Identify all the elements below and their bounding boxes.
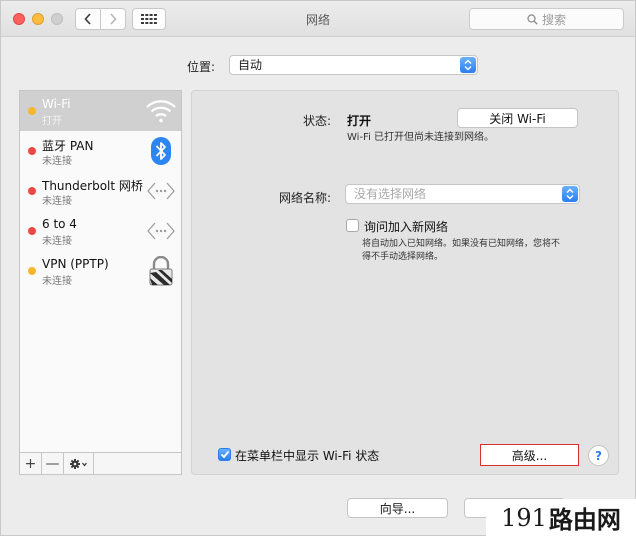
action-menu-button[interactable] bbox=[64, 453, 94, 474]
watermark-logo: 191 路由网 bbox=[486, 499, 636, 536]
ethernet-arrows-icon bbox=[145, 175, 177, 207]
ask-join-description-line1: 将自动加入已知网络。如果没有已知网络，您将不 bbox=[362, 239, 561, 249]
title-bar: 网络 搜索 bbox=[1, 1, 635, 37]
help-button[interactable]: ? bbox=[588, 445, 609, 466]
watermark-text: 路由网 bbox=[548, 506, 621, 534]
service-name: VPN (PPTP) bbox=[42, 257, 109, 271]
network-name-placeholder: 没有选择网络 bbox=[354, 187, 427, 201]
service-status: 打开 bbox=[42, 116, 62, 127]
gear-icon bbox=[69, 458, 87, 469]
select-stepper-icon bbox=[562, 186, 578, 202]
location-select[interactable]: 自动 bbox=[229, 55, 478, 75]
search-field[interactable]: 搜索 bbox=[469, 8, 624, 30]
service-list-controls: + — bbox=[19, 453, 182, 475]
status-description: Wi-Fi 已打开但尚未连接到网络。 bbox=[347, 132, 495, 143]
remove-service-button[interactable]: — bbox=[42, 453, 64, 474]
service-name: Wi-Fi bbox=[42, 97, 71, 111]
turn-off-wifi-button[interactable]: 关闭 Wi-Fi bbox=[457, 108, 578, 128]
bluetooth-icon bbox=[145, 135, 177, 167]
ask-join-checkbox[interactable] bbox=[346, 219, 359, 232]
show-in-menubar-label: 在菜单栏中显示 Wi-Fi 状态 bbox=[235, 449, 380, 463]
network-name-select[interactable]: 没有选择网络 bbox=[345, 184, 580, 204]
advanced-button[interactable]: 高级... bbox=[480, 444, 579, 466]
service-list: Wi-Fi 打开 蓝牙 PAN 未连接 Thunderbolt 网桥 未连接 6… bbox=[19, 90, 182, 453]
service-item-bluetooth-pan[interactable]: 蓝牙 PAN 未连接 bbox=[20, 131, 181, 171]
lock-icon bbox=[145, 255, 177, 287]
ask-join-description-line2: 得不手动选择网络。 bbox=[362, 252, 444, 262]
ethernet-arrows-icon bbox=[145, 215, 177, 247]
status-label: 状态: bbox=[302, 114, 331, 128]
network-name-label: 网络名称: bbox=[278, 191, 331, 205]
service-item-thunderbolt-bridge[interactable]: Thunderbolt 网桥 未连接 bbox=[20, 171, 181, 211]
service-status: 未连接 bbox=[42, 236, 72, 247]
ask-join-label: 询问加入新网络 bbox=[364, 220, 449, 234]
assistant-button[interactable]: 向导... bbox=[347, 498, 448, 518]
watermark-number: 191 bbox=[501, 503, 547, 532]
checkmark-icon bbox=[220, 450, 229, 459]
status-value: 打开 bbox=[347, 114, 372, 128]
service-name: 6 to 4 bbox=[42, 217, 77, 231]
select-stepper-icon bbox=[460, 57, 476, 73]
wifi-icon bbox=[145, 95, 177, 127]
status-dot bbox=[28, 267, 36, 275]
status-dot bbox=[28, 147, 36, 155]
detail-panel bbox=[191, 90, 619, 475]
network-preferences-window: 网络 搜索 位置: 自动 Wi-Fi 打开 蓝牙 PAN 未连接 Thunder… bbox=[0, 0, 636, 536]
service-status: 未连接 bbox=[42, 196, 72, 207]
service-item-vpn-pptp[interactable]: VPN (PPTP) 未连接 bbox=[20, 251, 181, 291]
show-in-menubar-checkbox[interactable] bbox=[218, 448, 231, 461]
service-status: 未连接 bbox=[42, 156, 72, 167]
location-value: 自动 bbox=[238, 58, 263, 72]
status-dot bbox=[28, 107, 36, 115]
service-status: 未连接 bbox=[42, 276, 72, 287]
search-placeholder: 搜索 bbox=[541, 12, 566, 27]
status-dot bbox=[28, 227, 36, 235]
service-item-wifi[interactable]: Wi-Fi 打开 bbox=[20, 91, 181, 131]
chevron-down-icon bbox=[81, 462, 87, 466]
status-dot bbox=[28, 187, 36, 195]
search-icon bbox=[527, 13, 538, 25]
add-service-button[interactable]: + bbox=[20, 453, 42, 474]
service-item-6to4[interactable]: 6 to 4 未连接 bbox=[20, 211, 181, 251]
location-label: 位置: bbox=[187, 60, 216, 74]
